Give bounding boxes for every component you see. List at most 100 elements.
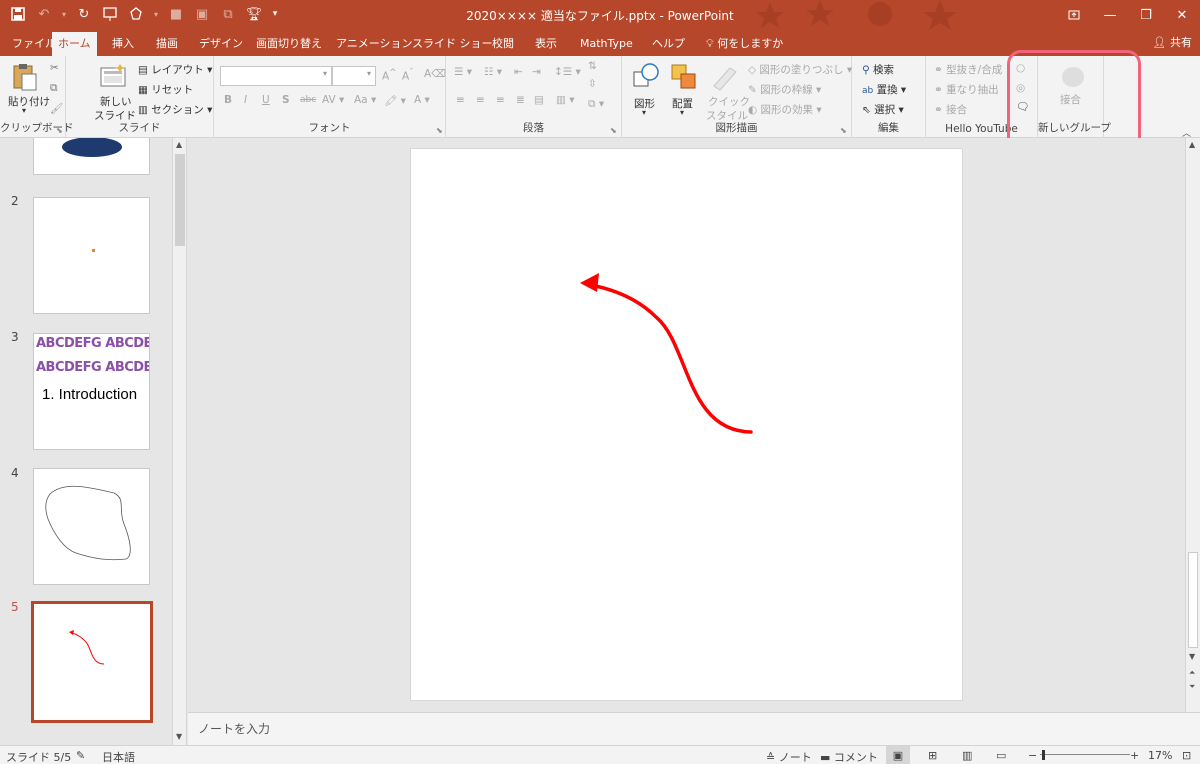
thumbnail-scrollbar[interactable]: ▲ ▼ — [172, 138, 187, 745]
slide-thumbnail-4[interactable] — [33, 468, 150, 585]
next-slide-icon[interactable]: ⏷ — [1189, 682, 1195, 692]
shape-effects-button[interactable]: ◐ 図形の効果 ▾ — [748, 102, 822, 117]
restore-icon[interactable]: ❐ — [1128, 0, 1164, 30]
zoom-in-icon[interactable]: + — [1130, 749, 1139, 762]
clipboard-launcher-icon[interactable]: ⬊ — [56, 126, 63, 135]
find-button[interactable]: ⚲ 検索 — [862, 62, 894, 77]
fit-to-window-icon[interactable]: ⊡ — [1182, 749, 1191, 762]
cut-icon[interactable]: ✂︎ — [50, 62, 59, 74]
highlight-color-icon[interactable]: 🖍︎ ▾ — [384, 94, 406, 107]
decrease-indent-icon[interactable]: ⇤ — [514, 66, 523, 78]
bold-button[interactable]: B — [224, 94, 232, 106]
format-painter-icon[interactable]: 🖌︎ — [50, 102, 63, 115]
normal-view-icon[interactable]: ▣ — [886, 746, 910, 764]
character-spacing-button[interactable]: AV ▾ — [322, 94, 344, 106]
tab-draw[interactable]: 描画 — [150, 32, 184, 56]
language-indicator[interactable]: 日本語 — [102, 749, 135, 764]
slide-sorter-icon[interactable]: ⊞ — [928, 749, 937, 762]
previous-slide-icon[interactable]: ⏶ — [1189, 668, 1195, 678]
change-case-button[interactable]: Aa ▾ — [354, 94, 376, 106]
italic-button[interactable]: I — [244, 94, 247, 106]
drawing-launcher-icon[interactable]: ⬊ — [840, 126, 847, 135]
font-color-button[interactable]: A ▾ — [414, 94, 430, 106]
tab-home[interactable]: ホーム — [52, 32, 97, 56]
ribbon-display-options-icon[interactable] — [1056, 0, 1092, 30]
line-spacing-icon[interactable]: ↕☰ ▾ — [554, 66, 581, 78]
thumbnail-scroll-thumb[interactable] — [175, 154, 185, 246]
current-slide-canvas[interactable] — [410, 148, 963, 701]
notes-toggle[interactable]: ≙ ノート — [766, 749, 812, 764]
tab-slideshow[interactable]: スライド ショー — [406, 32, 499, 56]
align-right-icon[interactable]: ≡ — [496, 94, 505, 106]
smartart-icon[interactable]: ⧉ ▾ — [588, 98, 604, 111]
tab-insert[interactable]: 挿入 — [106, 32, 140, 56]
columns-icon[interactable]: ▥ ▾ — [556, 94, 575, 106]
spell-check-icon[interactable]: ✎ — [76, 749, 85, 762]
new-slide-button[interactable]: 新しい スライド — [92, 60, 136, 122]
strikethrough-button[interactable]: abc — [300, 95, 316, 105]
tell-me-search[interactable]: 💡︎ 何をしますか — [700, 32, 789, 56]
union-shapes-button[interactable]: ⚭ 型抜き/合成 — [934, 62, 1002, 77]
zoom-slider-thumb[interactable] — [1042, 750, 1045, 760]
shrink-font-icon[interactable]: Aˇ — [402, 68, 414, 83]
bullets-icon[interactable]: ☰ ▾ — [454, 66, 472, 78]
tab-mathtype[interactable]: MathType — [574, 32, 639, 56]
increase-indent-icon[interactable]: ⇥ — [532, 66, 541, 78]
zoom-slider[interactable] — [1040, 754, 1130, 755]
close-icon[interactable]: ✕ — [1164, 0, 1200, 30]
section-button[interactable]: ▥ セクション ▾ — [138, 102, 212, 117]
tab-transitions[interactable]: 画面切り替え — [250, 32, 328, 56]
grow-font-icon[interactable]: A^ — [382, 68, 397, 83]
share-button[interactable]: 👤︎ 共有 — [1153, 34, 1192, 50]
paragraph-launcher-icon[interactable]: ⬊ — [610, 126, 617, 135]
quick-styles-button[interactable]: クイック スタイル — [704, 60, 750, 122]
text-shadow-button[interactable]: S — [282, 94, 290, 106]
shape-outline-button[interactable]: ✎ 図形の枠線 ▾ — [748, 82, 821, 97]
editor-scroll-up-icon[interactable]: ▲ — [1189, 140, 1195, 149]
editor-scroll-thumb[interactable] — [1188, 552, 1198, 648]
clear-formatting-icon[interactable]: A⌫ — [424, 68, 446, 80]
shapes-button[interactable]: 図形 ▾ — [628, 60, 664, 122]
comments-toggle[interactable]: ▬ コメント — [820, 749, 878, 764]
slide-thumbnail-1[interactable] — [33, 138, 150, 175]
curved-arrow[interactable] — [411, 149, 964, 702]
distributed-icon[interactable]: ▤ — [534, 94, 544, 106]
editor-scroll-down-icon[interactable]: ▼ — [1189, 652, 1195, 661]
slide-thumbnail-2[interactable] — [33, 197, 150, 314]
select-button[interactable]: ⇖ 選択 ▾ — [862, 102, 904, 117]
text-direction-icon[interactable]: ⇅ — [588, 60, 597, 72]
editor-scrollbar[interactable]: ▲ ▼ ⏶ ⏷ — [1185, 138, 1200, 712]
scroll-up-icon[interactable]: ▲ — [176, 140, 182, 149]
layout-button[interactable]: ▤ レイアウト ▾ — [138, 62, 212, 77]
align-left-icon[interactable]: ≡ — [456, 94, 465, 106]
zoom-level[interactable]: 17% — [1148, 749, 1172, 762]
tab-review[interactable]: 校閲 — [486, 32, 520, 56]
font-launcher-icon[interactable]: ⬊ — [436, 126, 443, 135]
align-center-icon[interactable]: ≡ — [476, 94, 485, 106]
tab-design[interactable]: デザイン — [193, 32, 249, 56]
intersect-shapes-button[interactable]: ⚭ 重なり抽出 — [934, 82, 999, 97]
replace-button[interactable]: ab 置換 ▾ — [862, 82, 906, 97]
reading-view-icon[interactable]: ▥ — [962, 749, 972, 762]
numbering-icon[interactable]: ☷ ▾ — [484, 66, 502, 78]
zoom-out-icon[interactable]: − — [1028, 749, 1037, 762]
arrange-button[interactable]: 配置 ▾ — [666, 60, 702, 122]
shape-fill-button[interactable]: ◇ 図形の塗りつぶし ▾ — [748, 62, 852, 77]
scroll-down-icon[interactable]: ▼ — [176, 732, 182, 741]
reset-button[interactable]: ▦ リセット — [138, 82, 193, 97]
align-text-icon[interactable]: ⇳ — [588, 78, 597, 90]
notes-pane[interactable]: ノートを入力 — [188, 712, 1200, 745]
copy-icon[interactable]: ⧉ — [50, 82, 58, 95]
slide-thumbnail-3[interactable]: ABCDEFG ABCDEFG ABCDEFG ABCDEFG 1. Intro… — [33, 333, 150, 450]
font-size-combo[interactable]: ▾ — [332, 66, 376, 86]
tab-view[interactable]: 表示 — [529, 32, 563, 56]
minimize-icon[interactable]: — — [1092, 0, 1128, 30]
tab-help[interactable]: ヘルプ — [646, 32, 691, 56]
paste-button[interactable]: 貼り付け ▾ — [6, 60, 50, 118]
font-name-combo[interactable]: ▾ — [220, 66, 332, 86]
slide-thumbnail-5[interactable] — [31, 601, 153, 723]
justify-icon[interactable]: ≣ — [516, 94, 525, 106]
combine-shapes-button[interactable]: ⚭ 接合 — [934, 102, 967, 117]
slideshow-view-icon[interactable]: ▭ — [996, 749, 1006, 762]
underline-button[interactable]: U — [262, 94, 270, 106]
